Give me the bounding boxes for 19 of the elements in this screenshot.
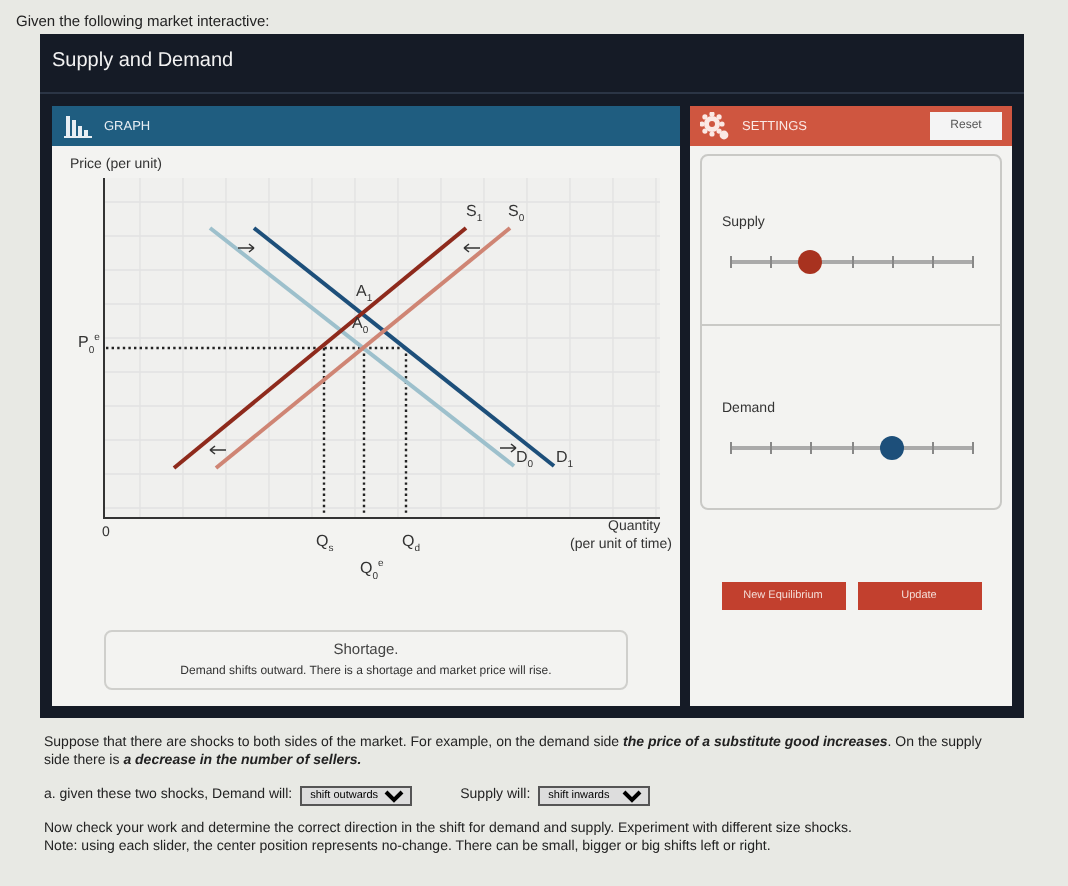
quantity-label: Q$_{d}$ [402,534,421,556]
slider-thumb[interactable] [879,435,904,459]
shift-arrow-icon [499,443,517,453]
window-title: Supply and Demand [50,48,236,76]
slider-track[interactable] [730,435,972,459]
slider-track[interactable] [730,250,972,274]
curve-label: A$_{0}$ [352,316,369,338]
quantity-label: Q$_{s}$ [316,534,334,556]
curve-label: A$_{1}$ [356,284,373,306]
shift-arrow-icon [237,243,255,253]
curve-label: D$_{0}$ [516,450,534,472]
shift-arrow-icon [209,445,227,455]
shift-arrow-icon [463,243,481,253]
curve-label: S$_{0}$ [508,204,525,226]
curve-label: D$_{1}$ [556,450,574,472]
bar-chart-icon [64,114,92,138]
curve-label: S$_{1}$ [466,204,483,226]
gears-icon [700,112,730,140]
slider-thumb[interactable] [798,250,823,274]
